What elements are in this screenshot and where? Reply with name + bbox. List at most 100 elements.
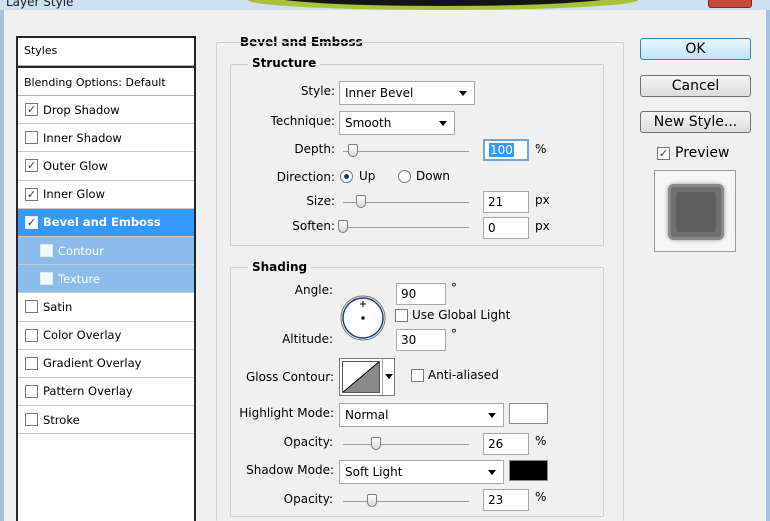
depth-label: Depth: bbox=[294, 142, 335, 156]
depth-field[interactable]: 100 bbox=[483, 139, 529, 161]
chevron-down-icon bbox=[439, 121, 447, 126]
check-icon[interactable] bbox=[40, 244, 53, 258]
style-item-label: Texture bbox=[58, 271, 101, 286]
style-item-outer-glow[interactable]: Outer Glow bbox=[18, 152, 194, 181]
anti-aliased-checkbox[interactable]: Anti-aliased bbox=[411, 368, 499, 382]
shadow-opacity-thumb[interactable] bbox=[366, 494, 377, 507]
title-bar: Layer Style bbox=[0, 0, 770, 10]
style-item-texture[interactable]: Texture bbox=[18, 265, 194, 294]
style-item-label: Gradient Overlay bbox=[43, 356, 142, 371]
angle-label: Angle: bbox=[294, 283, 333, 297]
preview-checkbox[interactable]: Preview bbox=[657, 145, 730, 161]
highlight-opacity-unit: % bbox=[535, 434, 547, 448]
styles-header[interactable]: Styles bbox=[18, 38, 194, 66]
use-global-light-checkbox[interactable]: Use Global Light bbox=[395, 308, 510, 322]
shadow-opacity-slider[interactable] bbox=[343, 494, 469, 508]
direction-label: Direction: bbox=[276, 170, 335, 184]
style-item-inner-glow[interactable]: Inner Glow bbox=[18, 181, 194, 209]
highlight-opacity-field[interactable]: 26 bbox=[483, 433, 529, 455]
size-label: Size: bbox=[306, 194, 335, 208]
style-label: Style: bbox=[300, 84, 335, 98]
style-item-label: Stroke bbox=[43, 412, 80, 427]
blending-options-item[interactable]: Blending Options: Default bbox=[18, 66, 194, 96]
check-icon[interactable] bbox=[25, 356, 38, 370]
check-icon[interactable] bbox=[25, 328, 38, 342]
depth-slider-thumb[interactable] bbox=[348, 144, 359, 157]
style-dropdown[interactable]: Inner Bevel bbox=[339, 81, 475, 105]
check-icon[interactable] bbox=[25, 215, 38, 229]
style-item-drop-shadow[interactable]: Drop Shadow bbox=[18, 96, 194, 125]
chevron-down-icon bbox=[459, 91, 467, 96]
highlight-opacity-thumb[interactable] bbox=[370, 437, 381, 450]
check-icon[interactable] bbox=[411, 368, 424, 382]
check-icon[interactable] bbox=[25, 300, 38, 314]
highlight-opacity-slider[interactable] bbox=[343, 437, 469, 451]
style-item-stroke[interactable]: Stroke bbox=[18, 406, 194, 435]
anti-aliased-label: Anti-aliased bbox=[428, 368, 499, 382]
direction-down-label[interactable]: Down bbox=[416, 169, 450, 183]
shadow-opacity-label: Opacity: bbox=[283, 492, 333, 506]
shadow-mode-value: Soft Light bbox=[345, 465, 403, 479]
ok-button[interactable]: OK bbox=[640, 38, 751, 60]
direction-up-label[interactable]: Up bbox=[359, 169, 375, 183]
altitude-field[interactable]: 30 bbox=[396, 329, 446, 351]
style-item-label: Satin bbox=[43, 299, 73, 314]
window-title: Layer Style bbox=[6, 0, 74, 9]
style-item-label: Outer Glow bbox=[43, 158, 108, 173]
style-item-bevel-and-emboss[interactable]: Bevel and Emboss bbox=[18, 208, 194, 237]
angle-unit: ° bbox=[451, 281, 457, 295]
preview-label: Preview bbox=[675, 145, 730, 161]
check-icon[interactable] bbox=[25, 413, 38, 427]
check-icon[interactable] bbox=[25, 159, 38, 173]
shadow-opacity-field[interactable]: 23 bbox=[483, 489, 529, 511]
check-icon[interactable] bbox=[395, 308, 408, 322]
technique-dropdown[interactable]: Smooth bbox=[339, 111, 455, 135]
new-style-button[interactable]: New Style... bbox=[640, 111, 751, 133]
shadow-color-swatch[interactable] bbox=[509, 460, 548, 481]
direction-down-radio[interactable] bbox=[398, 170, 411, 183]
technique-value: Smooth bbox=[345, 116, 392, 130]
style-item-label: Bevel and Emboss bbox=[43, 215, 161, 230]
style-item-color-overlay[interactable]: Color Overlay bbox=[18, 322, 194, 350]
size-slider[interactable] bbox=[343, 195, 469, 209]
style-item-contour[interactable]: Contour bbox=[18, 236, 194, 266]
gloss-contour-label: Gloss Contour: bbox=[245, 370, 334, 384]
style-item-inner-shadow[interactable]: Inner Shadow bbox=[18, 124, 194, 153]
preview-thumbnail bbox=[668, 184, 724, 240]
check-icon[interactable] bbox=[25, 384, 38, 398]
style-item-label: Inner Glow bbox=[43, 187, 105, 202]
style-value: Inner Bevel bbox=[345, 86, 414, 100]
shadow-opacity-unit: % bbox=[535, 490, 547, 504]
style-item-satin[interactable]: Satin bbox=[18, 293, 194, 322]
highlight-color-swatch[interactable] bbox=[509, 403, 548, 424]
style-item-label: Color Overlay bbox=[43, 328, 122, 343]
direction-up-radio[interactable] bbox=[340, 170, 353, 183]
altitude-unit: ° bbox=[451, 327, 457, 341]
gloss-contour-dropdown[interactable] bbox=[382, 359, 394, 395]
depth-slider[interactable] bbox=[343, 144, 469, 158]
close-button[interactable] bbox=[708, 0, 752, 8]
style-item-label: Inner Shadow bbox=[43, 130, 122, 145]
soften-slider-thumb[interactable] bbox=[338, 220, 348, 233]
size-field[interactable]: 21 bbox=[483, 191, 529, 213]
check-icon[interactable] bbox=[25, 131, 38, 145]
shadow-mode-dropdown[interactable]: Soft Light bbox=[339, 460, 504, 484]
check-icon[interactable] bbox=[25, 187, 38, 201]
soften-slider[interactable] bbox=[338, 220, 469, 234]
style-item-label: Pattern Overlay bbox=[43, 384, 133, 399]
cancel-button[interactable]: Cancel bbox=[640, 75, 751, 97]
angle-field[interactable]: 90 bbox=[396, 283, 446, 305]
check-icon[interactable] bbox=[25, 103, 38, 117]
style-item-pattern-overlay[interactable]: Pattern Overlay bbox=[18, 378, 194, 407]
check-icon[interactable] bbox=[40, 272, 53, 286]
soften-unit: px bbox=[535, 219, 550, 233]
style-item-gradient-overlay[interactable]: Gradient Overlay bbox=[18, 350, 194, 378]
gloss-contour-picker[interactable] bbox=[339, 358, 395, 396]
soften-field[interactable]: 0 bbox=[483, 217, 529, 239]
style-item-label: Drop Shadow bbox=[43, 102, 120, 117]
angle-dial-icon[interactable] bbox=[338, 293, 388, 343]
highlight-mode-dropdown[interactable]: Normal bbox=[339, 403, 504, 427]
size-slider-thumb[interactable] bbox=[355, 195, 366, 208]
check-icon[interactable] bbox=[657, 146, 670, 160]
styles-list: Styles Blending Options: Default Drop Sh… bbox=[16, 36, 196, 521]
